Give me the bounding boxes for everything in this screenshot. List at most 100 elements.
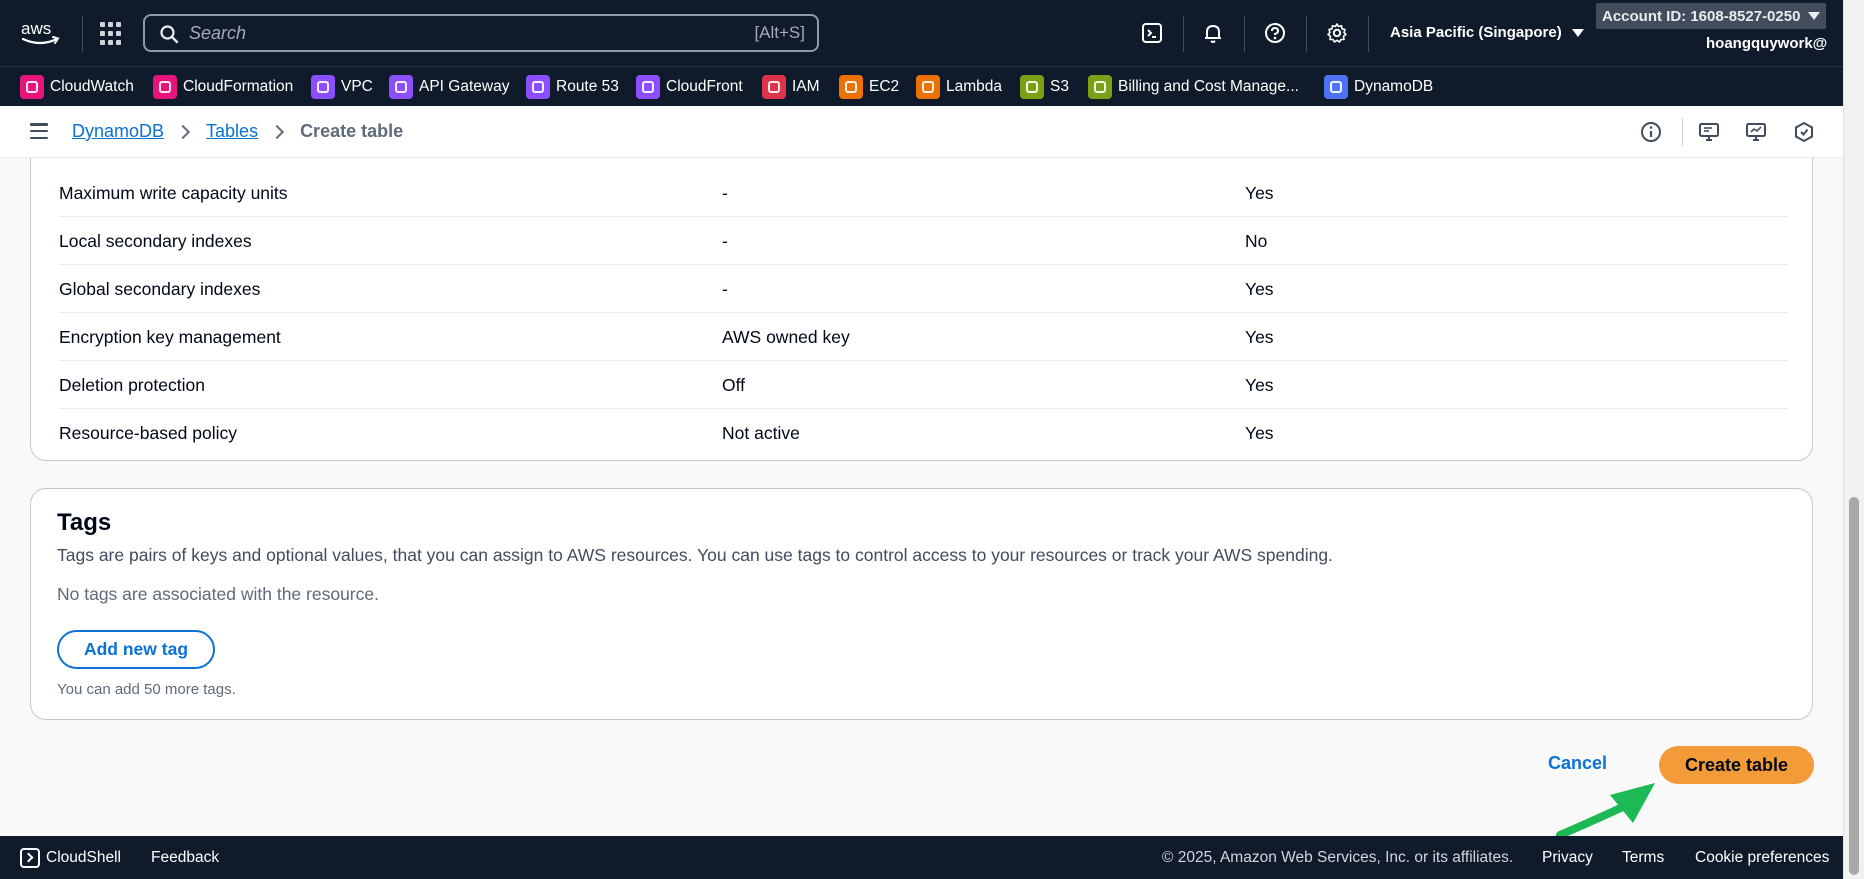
favorite-service-label: Lambda — [946, 78, 1003, 95]
favorite-service-s3[interactable]: S3 — [1020, 75, 1069, 99]
service-icon — [636, 75, 660, 99]
breadcrumb-bar: DynamoDB Tables Create table — [0, 106, 1843, 158]
table-row: Global secondary indexes - Yes — [59, 265, 1788, 313]
service-icon — [839, 75, 863, 99]
nav-divider — [1244, 16, 1245, 52]
favorite-service-label: VPC — [341, 78, 373, 95]
tags-panel: Tags Tags are pairs of keys and optional… — [30, 488, 1813, 720]
feedback-monitor-icon[interactable] — [1697, 119, 1723, 145]
favorites-bar: CloudWatch CloudFormation VPC API Gateway Ro… — [0, 66, 1843, 106]
top-navigation: aws [Alt+S] — [0, 0, 1843, 106]
annotation-arrow-icon — [1556, 783, 1655, 836]
add-new-tag-button[interactable]: Add new tag — [57, 630, 215, 669]
service-icon — [153, 75, 177, 99]
tags-limit-hint: You can add 50 more tags. — [57, 681, 236, 698]
tags-description: Tags are pairs of keys and optional valu… — [57, 545, 1333, 565]
tags-empty-message: No tags are associated with the resource… — [57, 584, 379, 604]
favorite-service-label: Route 53 — [556, 78, 619, 95]
search-icon — [160, 25, 179, 44]
favorite-service-lambda[interactable]: Lambda — [916, 75, 1002, 99]
setting-editable-cell: Yes — [1245, 183, 1274, 203]
footer-privacy-link[interactable]: Privacy — [1542, 849, 1593, 867]
favorite-service-api-gateway[interactable]: API Gateway — [389, 75, 509, 99]
favorite-service-label: EC2 — [869, 78, 900, 95]
table-row: Maximum write capacity units - Yes — [59, 169, 1788, 217]
breadcrumb-link-tables[interactable]: Tables — [206, 121, 258, 142]
search-box[interactable]: [Alt+S] — [143, 14, 819, 52]
service-icon — [1020, 75, 1044, 99]
create-table-button[interactable]: Create table — [1659, 746, 1814, 784]
table-row: Encryption key management AWS owned key Ye… — [59, 313, 1788, 361]
table-settings-panel: Maximum write capacity units - Yes Local se… — [30, 158, 1813, 461]
favorite-service-label: IAM — [792, 78, 820, 95]
footer-terms-link[interactable]: Terms — [1622, 849, 1664, 867]
service-icon — [916, 75, 940, 99]
gear-icon[interactable] — [1324, 20, 1350, 46]
account-menu[interactable]: Account ID: 1608-8527-0250 — [1596, 3, 1827, 29]
service-icon — [20, 75, 44, 99]
scrollbar-thumb[interactable] — [1849, 497, 1859, 875]
region-selector[interactable]: Asia Pacific (Singapore) — [1390, 24, 1584, 41]
username-label[interactable]: hoangquywork@ — [1706, 35, 1827, 52]
breadcrumb-link-dynamodb[interactable]: DynamoDB — [72, 121, 164, 142]
region-label: Asia Pacific (Singapore) — [1390, 24, 1562, 41]
footer-feedback-link[interactable]: Feedback — [151, 849, 219, 867]
footer-cookie-preferences-link[interactable]: Cookie preferences — [1695, 849, 1829, 867]
setting-name-cell: Encryption key management — [59, 327, 281, 347]
favorite-service-label: CloudFront — [666, 78, 743, 95]
favorite-service-route-53[interactable]: Route 53 — [526, 75, 619, 99]
monitor-chart-icon[interactable] — [1744, 119, 1770, 145]
nav-divider — [82, 16, 83, 52]
favorite-service-ec2[interactable]: EC2 — [839, 75, 899, 99]
setting-editable-cell: Yes — [1245, 375, 1274, 395]
favorite-service-label: CloudWatch — [50, 78, 134, 95]
toolbar-divider — [1682, 118, 1683, 146]
chevron-right-icon — [269, 124, 285, 139]
page-scrollbar[interactable] — [1843, 0, 1864, 879]
nav-divider — [1183, 16, 1184, 52]
services-grid-icon[interactable] — [100, 22, 124, 46]
favorite-service-cloudfront[interactable]: CloudFront — [636, 75, 743, 99]
nav-divider — [1368, 16, 1369, 52]
service-icon — [762, 75, 786, 99]
breadcrumb-current: Create table — [300, 121, 404, 141]
bell-icon[interactable] — [1200, 20, 1226, 46]
setting-editable-cell: Yes — [1245, 327, 1274, 347]
favorite-service-iam[interactable]: IAM — [762, 75, 820, 99]
setting-editable-cell: Yes — [1245, 423, 1274, 443]
menu-icon[interactable] — [30, 123, 48, 139]
setting-editable-cell: Yes — [1245, 279, 1274, 299]
cancel-button[interactable]: Cancel — [1548, 753, 1607, 774]
setting-value-cell: - — [722, 231, 728, 251]
svg-text:aws: aws — [21, 19, 51, 38]
nav-divider — [1306, 16, 1307, 52]
favorite-service-cloudwatch[interactable]: CloudWatch — [20, 75, 134, 99]
cloudshell-icon[interactable] — [20, 848, 40, 868]
favorite-service-dynamodb[interactable]: DynamoDB — [1324, 75, 1433, 99]
footer: CloudShell Feedback © 2025, Amazon Web S… — [0, 836, 1843, 879]
favorite-service-vpc[interactable]: VPC — [311, 75, 373, 99]
footer-cloudshell-link[interactable]: CloudShell — [46, 849, 121, 867]
favorite-service-cloudformation[interactable]: CloudFormation — [153, 75, 293, 99]
footer-copyright: © 2025, Amazon Web Services, Inc. or its… — [1162, 849, 1514, 866]
service-icon — [1324, 75, 1348, 99]
caret-down-icon — [1808, 12, 1821, 20]
aws-logo[interactable]: aws — [20, 18, 62, 48]
account-id-label: Account ID: 1608-8527-0250 — [1602, 7, 1801, 25]
main-content: Maximum write capacity units - Yes Local se… — [0, 158, 1843, 836]
hexagon-settings-icon[interactable] — [1791, 119, 1817, 145]
info-icon[interactable] — [1638, 119, 1664, 145]
search-shortcut-hint: [Alt+S] — [754, 23, 805, 42]
breadcrumb: DynamoDB Tables Create table — [72, 121, 403, 142]
table-row: Resource-based policy Not active Yes — [59, 409, 1788, 457]
favorite-service-label: CloudFormation — [183, 78, 294, 95]
favorite-service-billing-and-cost-manage[interactable]: Billing and Cost Manage... — [1088, 75, 1299, 99]
favorite-service-label: S3 — [1050, 78, 1069, 95]
caret-down-icon — [1571, 28, 1584, 37]
setting-value-cell: Not active — [722, 423, 800, 443]
setting-name-cell: Local secondary indexes — [59, 231, 252, 251]
setting-value-cell: AWS owned key — [722, 327, 850, 347]
cloudshell-icon[interactable] — [1139, 20, 1165, 46]
help-icon[interactable] — [1262, 20, 1288, 46]
search-input[interactable] — [189, 21, 659, 45]
